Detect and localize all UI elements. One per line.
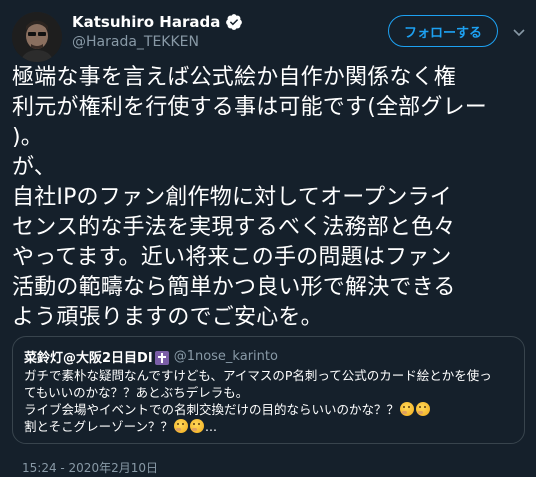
chevron-down-icon[interactable]: [512, 24, 526, 38]
quoted-text: ガチで素朴な疑問なんですけども、アイマスのP名刺って公式のカード絵とかを使っ て…: [24, 367, 519, 435]
quoted-line-1: ガチで素朴な疑問なんですけども、アイマスのP名刺って公式のカード絵とかを使っ: [24, 368, 492, 383]
quoted-header: 菜鈴灯@大阪2日目DI @1nose_karinto: [24, 347, 278, 366]
thinking-face-icon: [416, 402, 431, 416]
thinking-face-icon: [174, 419, 189, 433]
follow-button[interactable]: フォローする: [388, 15, 498, 47]
thinking-face-icon: [400, 402, 415, 416]
quoted-line-2: てもいいのかな？？あとぶちデレラも。: [24, 385, 249, 400]
author-avatar[interactable]: [12, 12, 62, 62]
tweet-card: Katsuhiro Harada @Harada_TEKKEN フォローする 極…: [0, 0, 536, 477]
quoted-line-4: 割とそこグレーゾーン？？: [24, 419, 174, 434]
quoted-line-3: ライブ会場やイベントでの名刺交換だけの目的ならいいのかな？？: [24, 402, 400, 417]
quoted-author-name: 菜鈴灯@大阪2日目DI: [24, 351, 153, 366]
latin-cross-icon: [154, 350, 169, 365]
tweet-timestamp[interactable]: 15:24 - 2020年2月10日: [22, 459, 158, 476]
verified-badge-icon: [225, 13, 243, 31]
quoted-tweet[interactable]: 菜鈴灯@大阪2日目DI @1nose_karinto ガチで素朴な疑問なんですけ…: [12, 336, 525, 444]
quoted-ellipsis: ...: [205, 419, 217, 434]
author-handle[interactable]: @Harada_TEKKEN: [72, 34, 199, 50]
tweet-text: 極端な事を言えば公式絵か自作か関係なく権 利元が権利を行使する事は可能です(全部…: [12, 65, 487, 330]
author-name-row[interactable]: Katsuhiro Harada: [72, 13, 243, 31]
quoted-author-handle: @1nose_karinto: [173, 349, 278, 364]
thinking-face-icon: [190, 419, 205, 433]
author-name[interactable]: Katsuhiro Harada: [72, 13, 220, 31]
